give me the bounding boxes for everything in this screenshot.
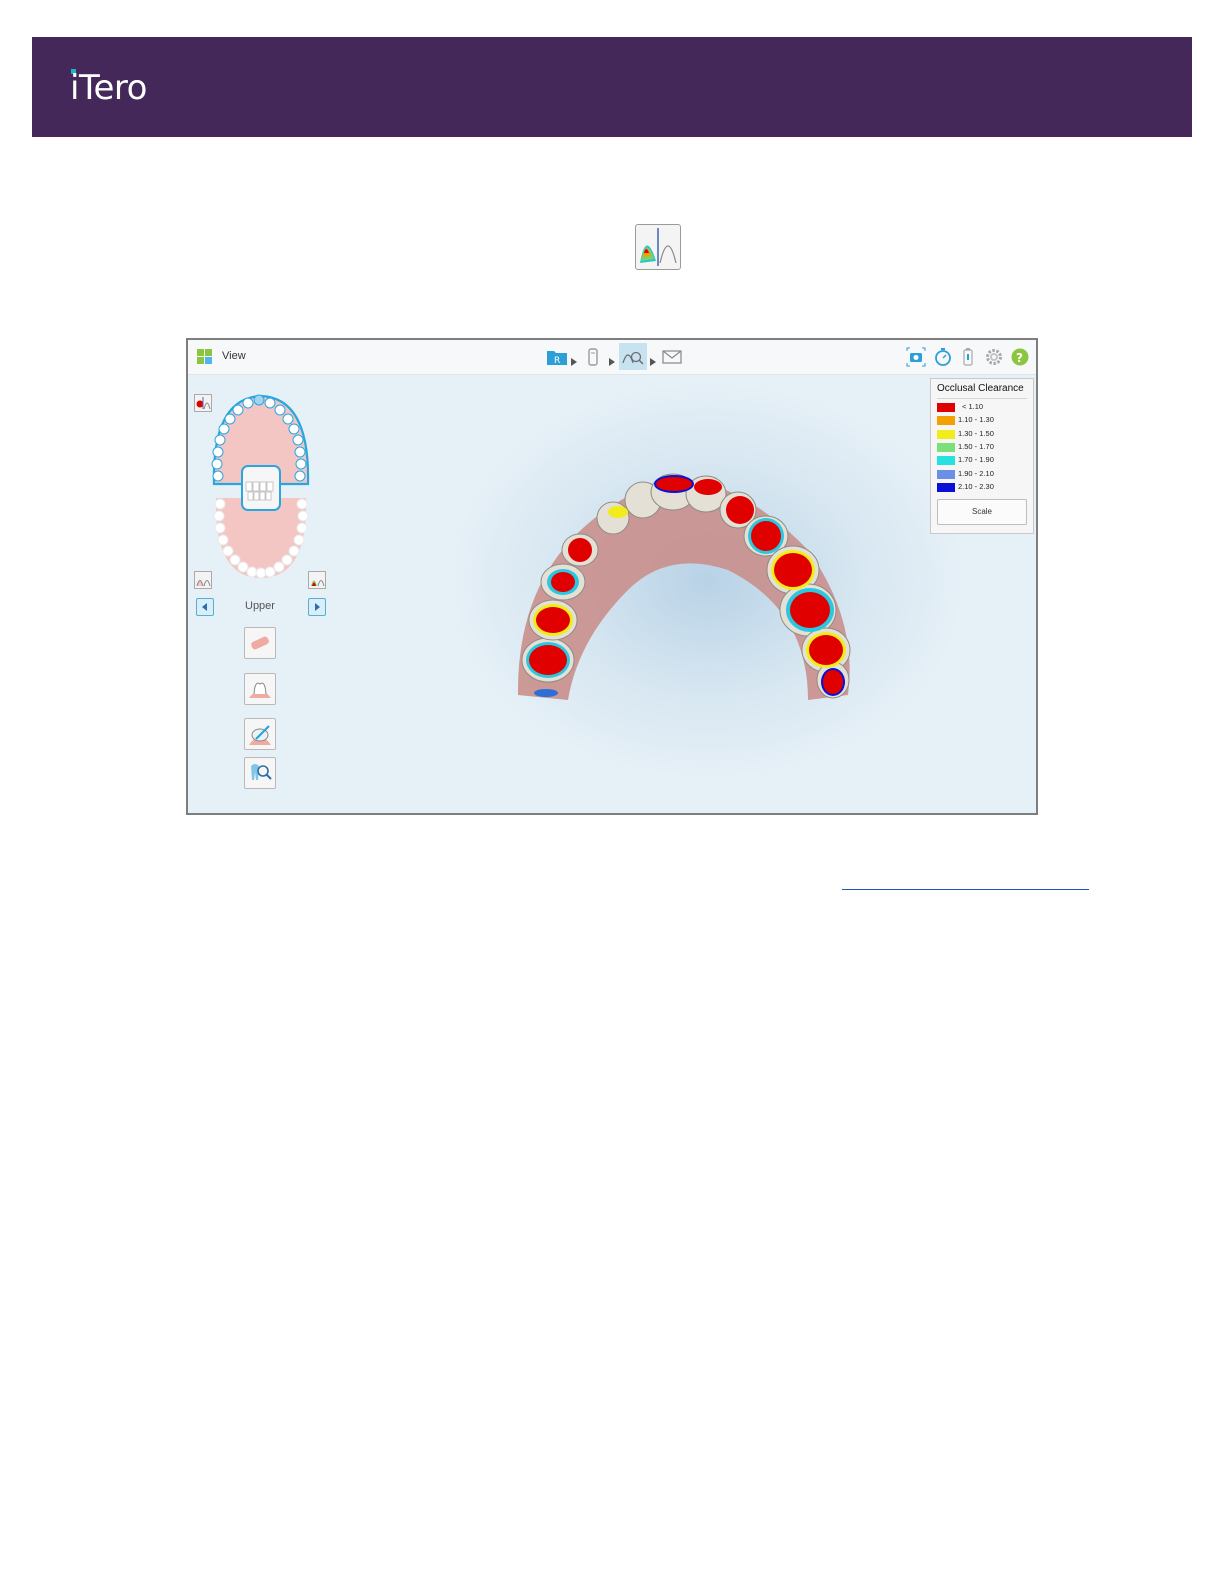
legend-divider bbox=[937, 398, 1027, 399]
legend-range-label: 1.30 - 1.50 bbox=[958, 428, 994, 438]
scan-icon[interactable] bbox=[585, 347, 601, 372]
legend-swatch bbox=[937, 442, 955, 452]
send-envelope-icon[interactable] bbox=[662, 350, 682, 369]
eraser-tool-icon[interactable] bbox=[244, 627, 276, 659]
windows-start-icon[interactable] bbox=[197, 349, 213, 365]
hyperlink-underline[interactable] bbox=[842, 889, 1089, 890]
upper-occlusal-toggle-icon[interactable] bbox=[308, 571, 326, 589]
legend-range-label: 1.10 - 1.30 bbox=[958, 415, 994, 425]
occlusal-clearance-legend: Occlusal Clearance < 1.10 1.10 - 1.30 1.30… bbox=[930, 378, 1034, 534]
svg-text:R: R bbox=[554, 356, 560, 366]
chevron-right-icon bbox=[609, 353, 615, 371]
review-tool-icon[interactable] bbox=[244, 757, 276, 789]
scale-button[interactable]: Scale bbox=[937, 499, 1027, 525]
help-icon[interactable]: ? bbox=[1010, 347, 1030, 372]
itero-logo: iTero bbox=[70, 68, 147, 108]
trim-tool-icon[interactable] bbox=[244, 718, 276, 750]
itero-view-screenshot: View R ? Upper Occlusal Clearance < 1.10… bbox=[186, 338, 1038, 815]
view-tools-icon[interactable] bbox=[619, 343, 647, 370]
dental-arch-heatmap[interactable] bbox=[508, 470, 868, 720]
jaw-label: Upper bbox=[245, 600, 275, 612]
legend-title: Occlusal Clearance bbox=[937, 383, 1024, 394]
chevron-right-icon bbox=[650, 353, 656, 371]
legend-swatch bbox=[937, 429, 955, 439]
previous-jaw-button[interactable] bbox=[196, 598, 214, 616]
legend-range-label: 1.70 - 1.90 bbox=[958, 455, 994, 465]
rx-folder-icon[interactable]: R bbox=[546, 347, 568, 372]
legend-swatch bbox=[937, 469, 955, 479]
battery-icon bbox=[961, 347, 975, 372]
legend-swatch bbox=[937, 482, 955, 492]
next-jaw-button[interactable] bbox=[308, 598, 326, 616]
legend-range-label: 1.50 - 1.70 bbox=[958, 441, 994, 451]
timer-icon[interactable] bbox=[933, 347, 953, 372]
legend-range-label: 2.10 - 2.30 bbox=[958, 481, 994, 491]
app-toolbar: View R ? bbox=[188, 340, 1036, 375]
svg-text:?: ? bbox=[1016, 351, 1023, 365]
lower-occlusal-toggle-icon[interactable] bbox=[194, 571, 212, 589]
margin-line-icon[interactable] bbox=[244, 673, 276, 705]
legend-swatch bbox=[937, 456, 955, 466]
occlusal-clearance-icon bbox=[635, 224, 681, 270]
jaw-arch-diagram[interactable] bbox=[208, 392, 314, 585]
view-title: View bbox=[222, 350, 246, 362]
snapshot-camera-icon[interactable] bbox=[906, 347, 926, 372]
page-header: iTero bbox=[32, 37, 1192, 137]
legend-swatch bbox=[937, 403, 955, 412]
settings-gear-icon[interactable] bbox=[984, 347, 1004, 372]
legend-swatch bbox=[937, 416, 955, 426]
legend-range-label: < 1.10 bbox=[962, 402, 984, 411]
legend-range-label: 1.90 - 2.10 bbox=[958, 468, 994, 478]
chevron-right-icon bbox=[571, 353, 577, 371]
